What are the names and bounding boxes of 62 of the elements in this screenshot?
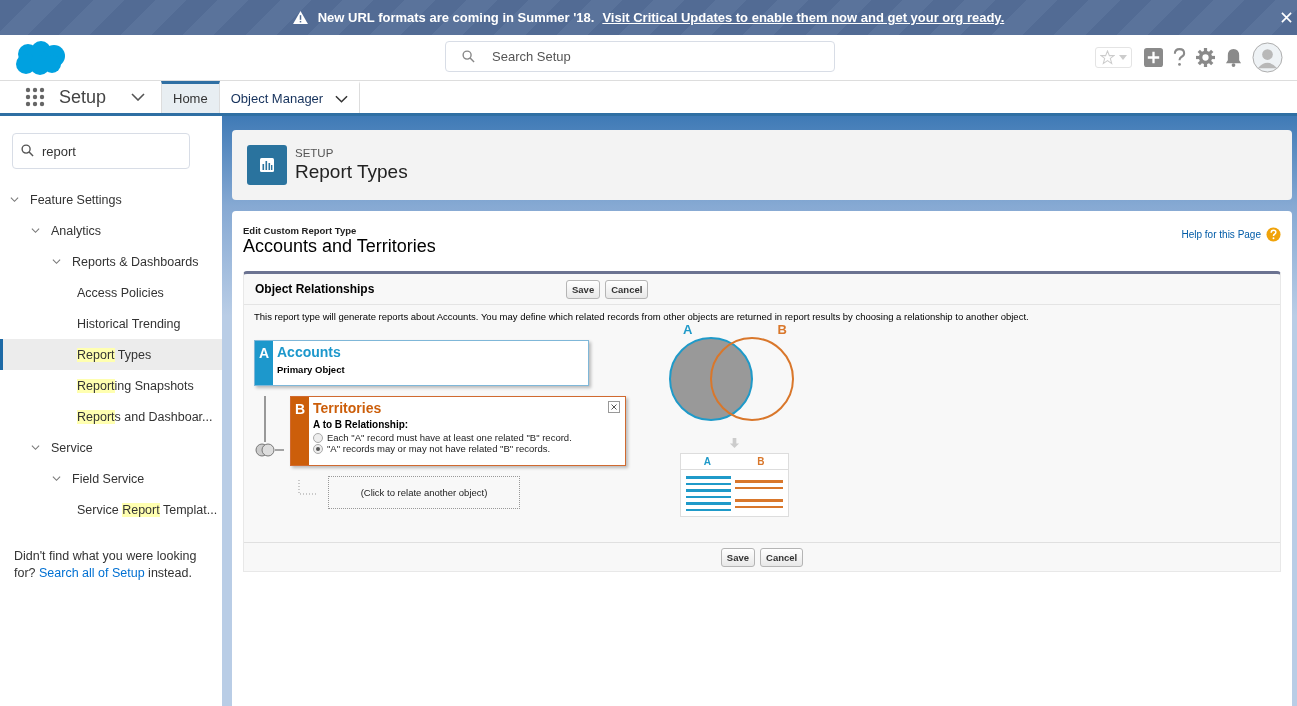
app-launcher-icon[interactable] (25, 87, 45, 107)
option-label: Each "A" record must have at least one related "B" record. (327, 432, 572, 443)
app-name: Setup (59, 86, 108, 108)
avatar-icon[interactable] (1252, 42, 1283, 73)
cloud-logo-icon[interactable] (14, 39, 66, 76)
nav-tab[interactable]: Home (161, 81, 220, 113)
tree-item[interactable]: Field Service (0, 463, 222, 494)
form-button[interactable]: Save (720, 548, 755, 567)
quick-find-field[interactable]: report (12, 133, 190, 169)
chevron-down-icon[interactable] (131, 93, 145, 101)
page-subtitle: Edit Custom Report Type (243, 225, 358, 236)
option-label: "A" records may or may not have related "B" records. (327, 443, 551, 454)
caret-down-icon (1119, 55, 1127, 60)
add-icon[interactable] (1144, 48, 1163, 67)
form-button[interactable]: Cancel (605, 279, 649, 299)
search-icon (462, 50, 475, 63)
object-letter: B (291, 397, 309, 465)
tree-item[interactable]: Reports & Dashboards (0, 246, 222, 277)
remove-object-icon[interactable] (608, 401, 620, 413)
object-caption: Primary Object (277, 364, 345, 375)
tree-item[interactable]: Feature Settings (0, 184, 222, 215)
object-name[interactable]: Territories (313, 400, 572, 416)
tree-item[interactable]: Historical Trending (0, 308, 222, 339)
settings-icon[interactable] (1196, 48, 1215, 67)
tree-item[interactable]: Service (0, 432, 222, 463)
report-chart-icon (247, 145, 287, 185)
relationship-radio[interactable] (313, 432, 323, 443)
warning-icon (292, 11, 308, 24)
form-button[interactable]: Cancel (760, 548, 804, 567)
record-title: Accounts and Territories (243, 236, 436, 257)
tree-item[interactable]: Analytics (0, 215, 222, 246)
search-hint-text: Didn't find what you were looking for? Search all of Setup instead. (14, 548, 198, 582)
relate-object-placeholder[interactable]: (Click to relate another object) (328, 476, 520, 509)
chevron-down-icon[interactable] (335, 94, 349, 103)
page-title: Report Types (295, 161, 408, 183)
setup-search-field[interactable]: Search Setup (445, 41, 835, 72)
search-icon (21, 144, 34, 157)
arrow-down-icon (728, 438, 740, 449)
result-table-drawing: A B (679, 453, 789, 517)
help-icon[interactable] (1173, 48, 1186, 67)
notification-bell-icon[interactable] (1225, 48, 1242, 67)
section-title: Object Relationships (255, 282, 376, 296)
tree-item[interactable]: Reporting Snapshots (0, 370, 222, 401)
tree-item[interactable]: Access Policies (0, 277, 222, 308)
form-button[interactable]: Save (566, 279, 601, 299)
object-letter: A (255, 341, 273, 385)
relationship-label: A to B Relationship: (313, 419, 410, 430)
nav-tab[interactable]: Object Manager (219, 81, 361, 113)
star-icon (1100, 50, 1115, 65)
search-all-setup-link[interactable]: Search all of Setup (39, 566, 145, 580)
dotted-connector-icon (298, 480, 318, 496)
section-description: This report type will generate reports about Accounts. You may define which related records from other objects are returned in report results by choosing a relationship to another object. (254, 311, 1030, 322)
page-eyebrow: SETUP (295, 147, 335, 159)
help-link[interactable]: Help for this Page (1181, 229, 1261, 240)
tree-item[interactable]: Reports and Dashboar... (0, 401, 222, 432)
critical-updates-link[interactable]: Visit Critical Updates to enable them now and get your org ready. (602, 10, 1005, 25)
help-icon[interactable] (1266, 227, 1281, 242)
relationship-radio[interactable] (313, 443, 323, 454)
tree-item[interactable]: Service Report Templat... (0, 494, 222, 525)
banner-message: New URL formats are coming in Summer '18. (317, 10, 595, 25)
tree-item[interactable]: Report Types (0, 339, 222, 370)
close-icon[interactable] (1281, 12, 1292, 23)
